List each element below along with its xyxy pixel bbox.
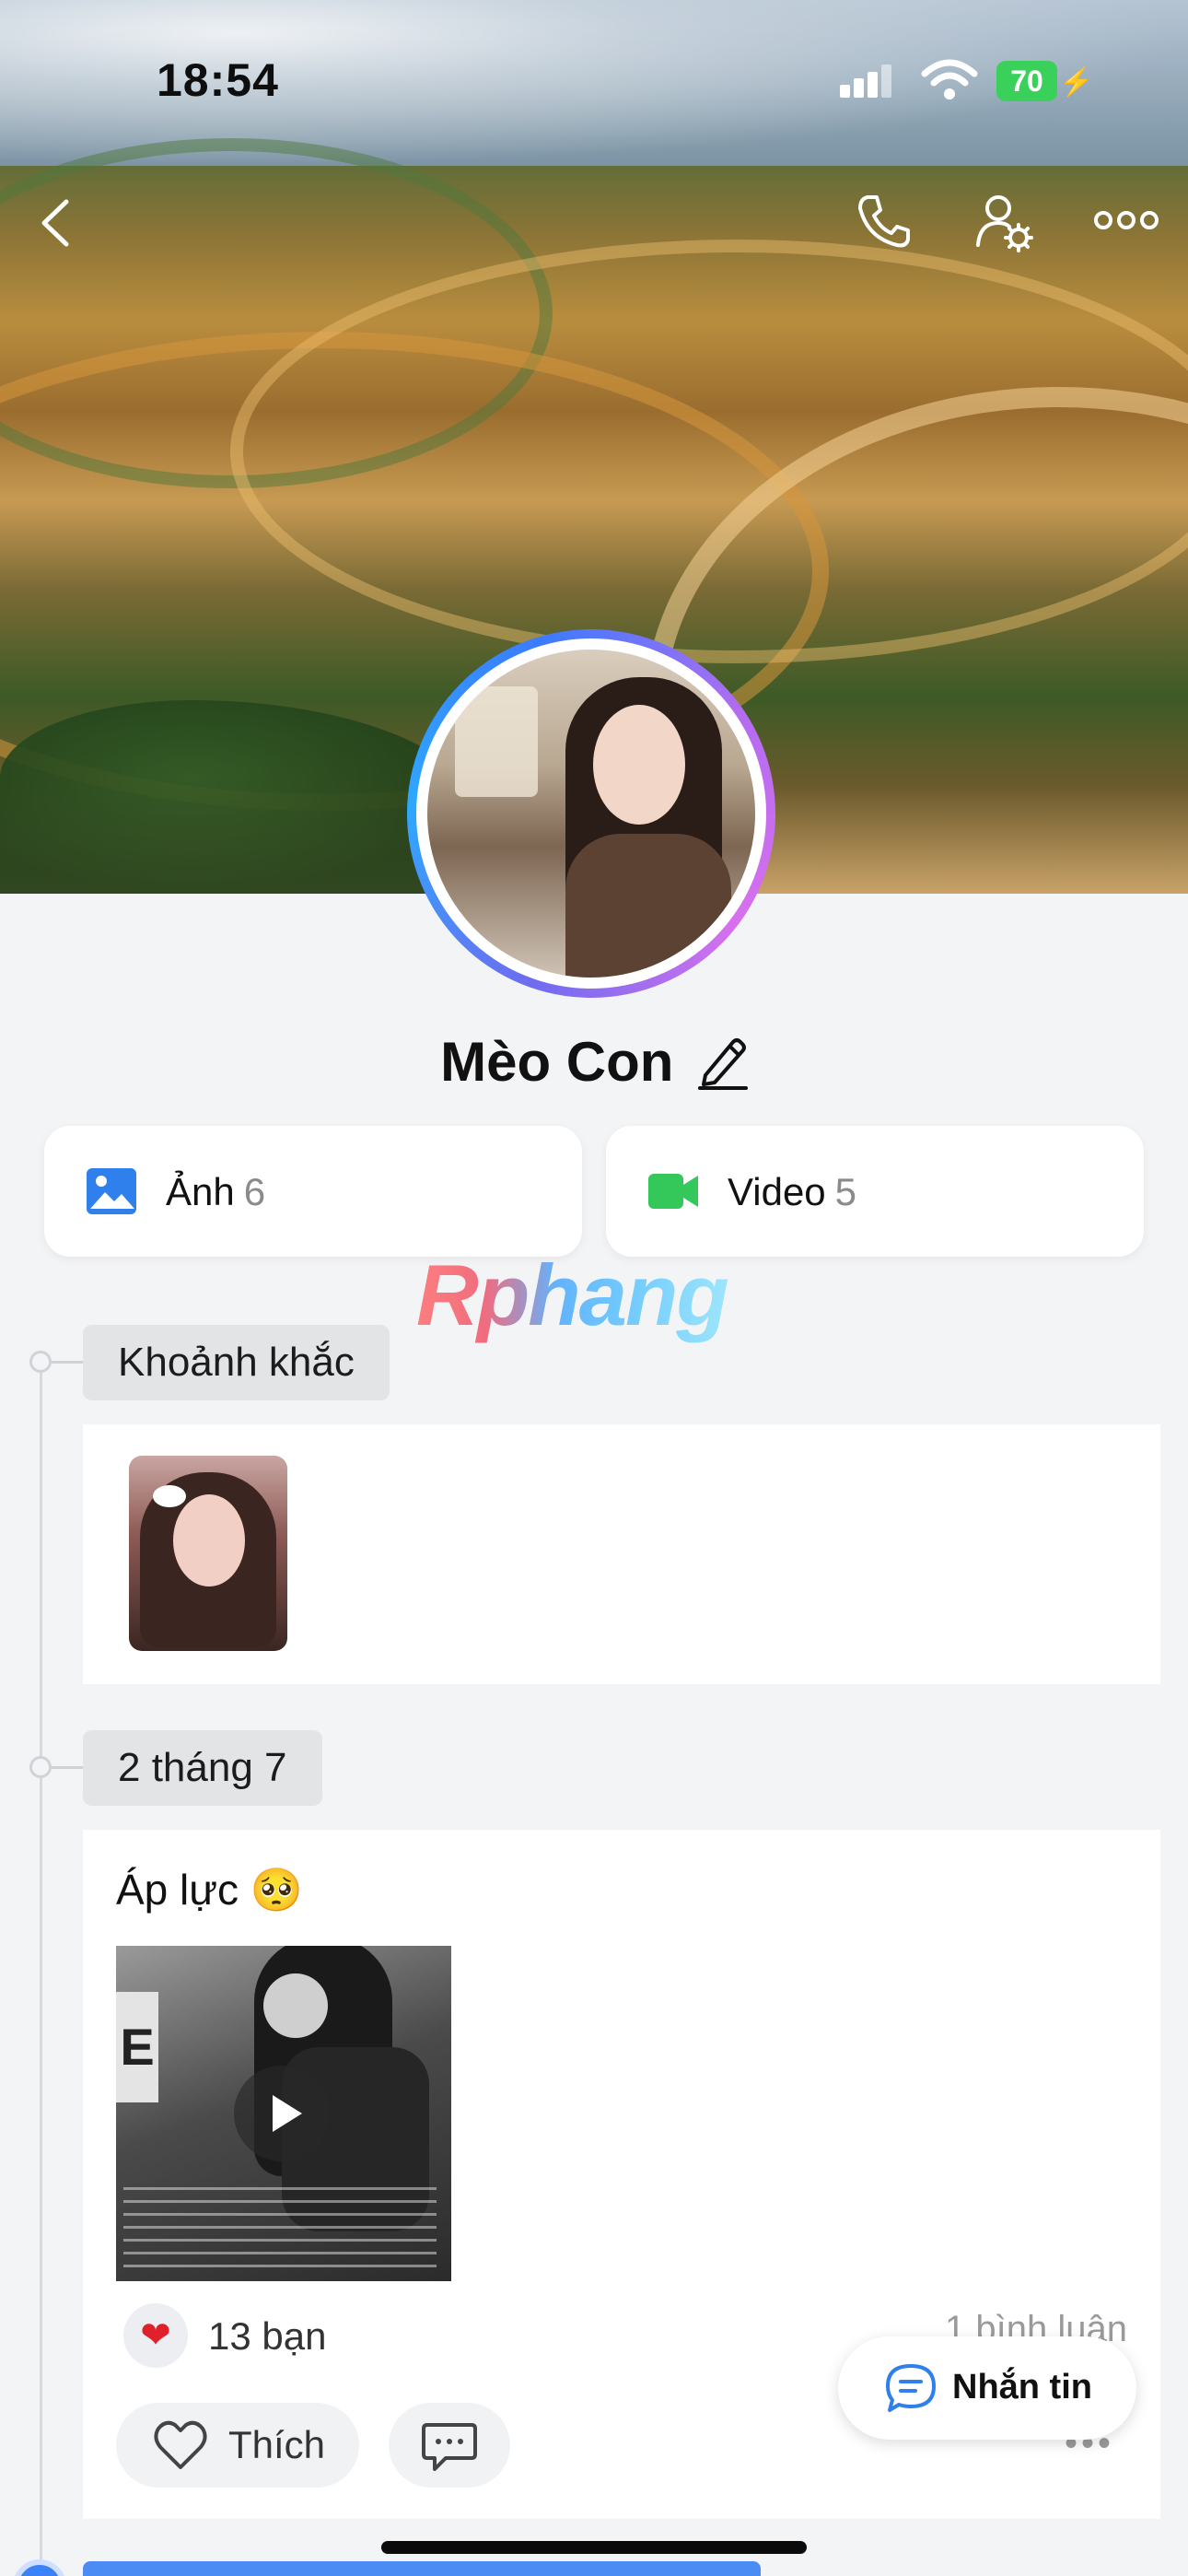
moment-thumbnail[interactable] [129,1456,287,1651]
like-button[interactable]: Thích [116,2403,359,2488]
timeline-tick [52,1361,83,1364]
timeline-dot-active [13,2559,66,2576]
moments-panel [83,1424,1160,1684]
timeline-dot [29,1756,52,1778]
post-video-thumbnail[interactable]: E [116,1946,451,2281]
post-media-letter: E [116,1992,158,2102]
image-icon [87,1168,136,1214]
home-indicator[interactable] [381,2541,807,2554]
battery-icon: 70 ⚡ [996,61,1093,101]
pencil-icon[interactable] [696,1035,748,1090]
profile-name: Mèo Con [440,1031,674,1093]
comment-button[interactable] [389,2403,510,2488]
moments-chip: Khoảnh khắc [83,1325,390,1400]
videos-label: Video 5 [728,1170,857,1213]
heart-reaction-icon[interactable]: ❤ [123,2303,188,2368]
next-date-chip [83,2561,761,2576]
video-camera-icon [648,1174,698,1209]
avatar-border [416,638,766,989]
watermark-logo: Rphang [416,1247,729,1343]
more-dots-icon[interactable] [1094,206,1159,234]
reaction-count[interactable]: 13 bạn [208,2314,326,2359]
timeline-line [40,1364,42,2576]
like-label: Thích [228,2423,326,2466]
photos-card[interactable]: Ảnh 6 [44,1126,582,1257]
timeline-tick [52,1766,83,1769]
videos-count: 5 [834,1170,857,1213]
message-label: Nhắn tin [952,2368,1092,2406]
wifi-icon [921,59,978,100]
message-button[interactable]: Nhắn tin [838,2336,1136,2440]
avatar[interactable] [407,629,775,998]
avatar-photo [427,650,755,978]
videos-card[interactable]: Video 5 [606,1126,1144,1257]
charging-icon: ⚡ [1059,67,1094,98]
heart-outline-icon [154,2420,207,2469]
photos-count: 6 [243,1170,266,1213]
battery-level: 70 [996,61,1057,101]
phone-icon[interactable] [855,192,914,251]
play-icon[interactable] [234,2066,330,2161]
date-chip: 2 tháng 7 [83,1730,322,1806]
user-gear-icon[interactable] [974,192,1037,254]
photos-label: Ảnh 6 [166,1170,266,1213]
post-caption: Áp lực 🥺 [116,1866,304,1914]
status-bar: 18:54 70 ⚡ [0,0,1188,157]
chat-bubble-icon [886,2364,936,2412]
profile-name-row: Mèo Con [0,1030,1188,1094]
comment-icon [422,2423,477,2471]
timeline-dot [29,1351,52,1373]
chevron-left-icon[interactable] [37,198,74,248]
status-time: 18:54 [157,54,279,106]
cellular-signal-icon [840,64,893,98]
